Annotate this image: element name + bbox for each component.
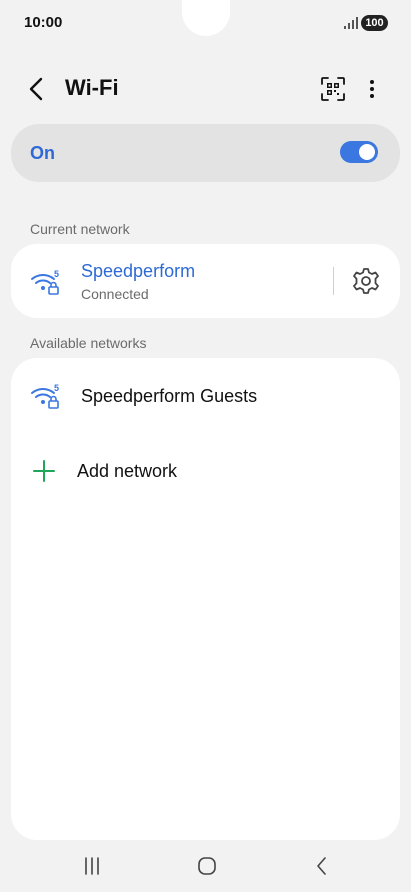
current-network-heading: Current network [30,221,130,237]
plus-icon [33,460,55,482]
available-networks-card: 5 Speedperform Guests Add network [11,358,400,840]
network-list-item[interactable]: 5 Speedperform Guests [11,368,400,426]
wifi-switch-knob [359,144,375,160]
status-time: 10:00 [24,14,63,31]
current-network-status: Connected [81,286,149,302]
app-bar: Wi-Fi [0,62,411,116]
wifi-secured-icon: 5 [31,383,59,409]
svg-text:5: 5 [54,383,59,393]
page-title: Wi-Fi [65,75,119,100]
home-icon[interactable] [194,854,220,878]
recent-apps-icon[interactable] [79,854,105,878]
vertical-divider [333,267,334,295]
qr-scan-icon[interactable] [318,74,348,104]
battery-badge: 100 [361,15,388,31]
network-name: Speedperform Guests [81,386,258,406]
back-icon[interactable] [22,74,52,104]
signal-icon [344,17,358,29]
wifi-secured-icon: 5 [31,269,59,295]
gear-icon[interactable] [351,266,381,296]
wifi-switch[interactable] [340,141,378,163]
svg-text:5: 5 [54,269,59,279]
status-bar: 10:00 100 [0,0,411,44]
add-network-button[interactable]: Add network [11,448,400,498]
camera-notch [182,0,230,36]
current-network-name[interactable]: Speedperform [81,261,195,282]
wifi-toggle-row[interactable]: On [11,124,400,182]
available-networks-heading: Available networks [30,335,147,351]
wifi-toggle-label: On [30,143,55,163]
current-network-card: 5 Speedperform Connected [11,244,400,318]
more-vertical-icon[interactable] [358,74,386,104]
nav-back-icon[interactable] [309,854,335,878]
system-navigation-bar [0,840,411,892]
add-network-label: Add network [77,461,178,481]
